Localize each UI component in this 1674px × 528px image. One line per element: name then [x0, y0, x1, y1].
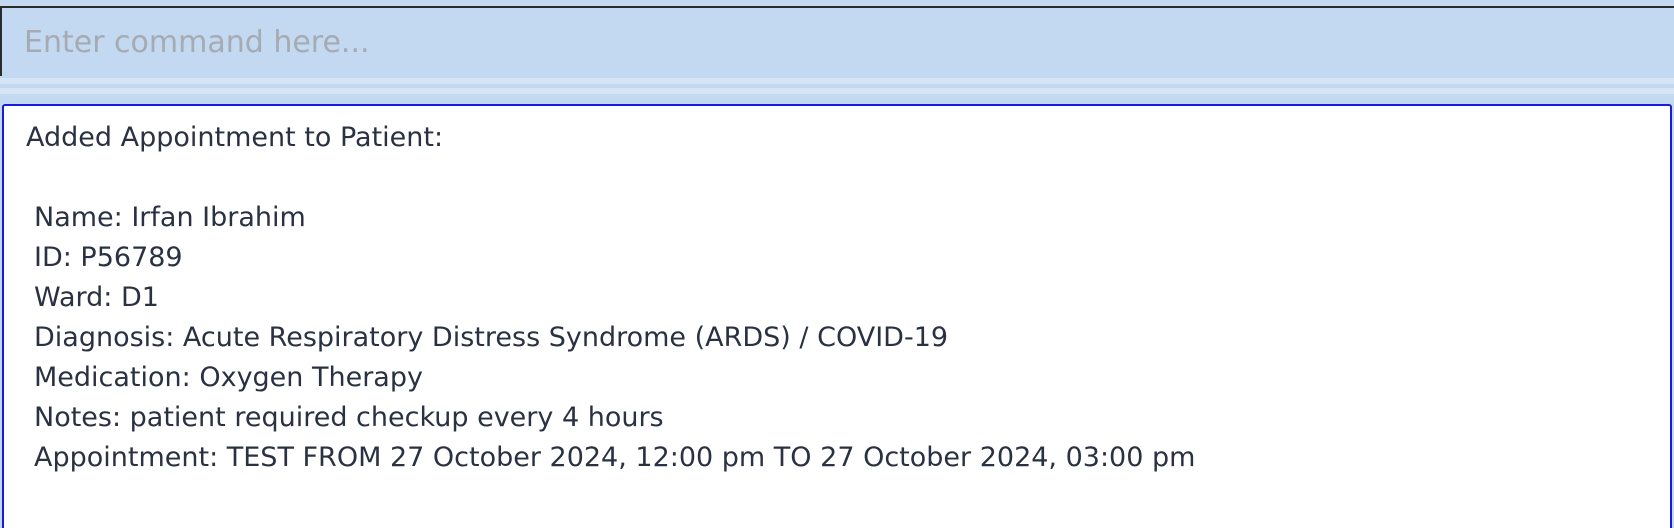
patient-diagnosis-line: Diagnosis: Acute Respiratory Distress Sy… — [34, 322, 949, 353]
patient-notes-line: Notes: patient required checkup every 4 … — [34, 402, 664, 433]
command-box[interactable] — [0, 6, 1674, 76]
patient-ward-line: Ward: D1 — [34, 282, 159, 313]
app-window: Added Appointment to Patient: Name: Irfa… — [0, 0, 1674, 528]
command-input[interactable] — [2, 8, 1674, 76]
result-display[interactable]: Added Appointment to Patient: Name: Irfa… — [2, 104, 1672, 528]
patient-id-line: ID: P56789 — [34, 242, 183, 273]
result-heading: Added Appointment to Patient: — [26, 122, 444, 153]
separator-strip — [0, 78, 1674, 84]
separator-strip — [0, 88, 1674, 94]
patient-medication-line: Medication: Oxygen Therapy — [34, 362, 423, 393]
patient-appointment-line: Appointment: TEST FROM 27 October 2024, … — [34, 442, 1196, 473]
patient-name-line: Name: Irfan Ibrahim — [34, 202, 306, 233]
